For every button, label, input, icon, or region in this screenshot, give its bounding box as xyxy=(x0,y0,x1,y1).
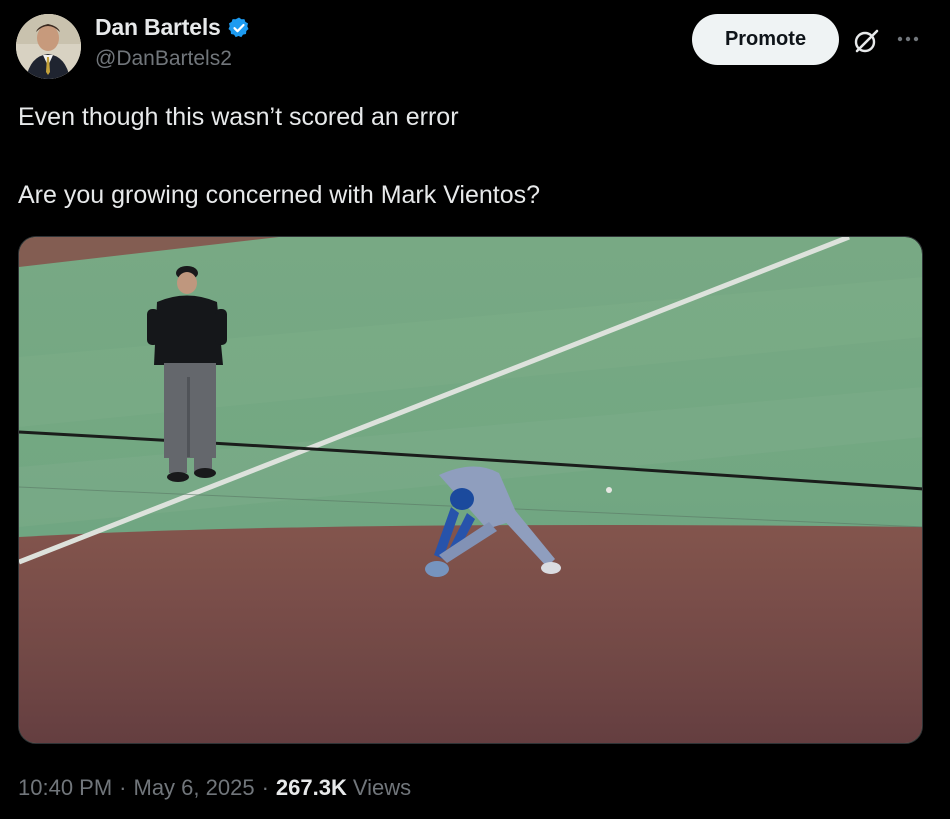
promote-button[interactable]: Promote xyxy=(692,14,839,65)
meta-separator: · xyxy=(261,775,269,800)
author-name-row: Dan Bartels xyxy=(95,14,251,41)
views-label: Views xyxy=(352,775,412,800)
tweet-time[interactable]: 10:40 PM xyxy=(18,775,112,801)
avatar-image xyxy=(16,14,81,79)
verified-badge-icon[interactable] xyxy=(227,16,251,40)
tweet-text: Even though this wasn’t scored an error … xyxy=(18,103,541,209)
tweet-card: Dan Bartels @DanBartels2 Promote Even th… xyxy=(0,0,950,819)
media-video-frame xyxy=(19,237,922,743)
avatar[interactable] xyxy=(16,14,81,79)
tweet-media[interactable] xyxy=(18,236,923,744)
grok-icon[interactable] xyxy=(851,26,881,56)
tweet-meta: 10:40 PM · May 6, 2025 · 267.3K Views xyxy=(18,775,411,801)
tweet-date[interactable]: May 6, 2025 xyxy=(134,775,255,801)
author-display-name[interactable]: Dan Bartels xyxy=(95,14,221,41)
more-horizontal-icon[interactable] xyxy=(894,24,924,54)
views-count[interactable]: 267.3K xyxy=(276,775,347,801)
meta-separator: · xyxy=(119,775,127,800)
author-handle[interactable]: @DanBartels2 xyxy=(95,47,232,71)
